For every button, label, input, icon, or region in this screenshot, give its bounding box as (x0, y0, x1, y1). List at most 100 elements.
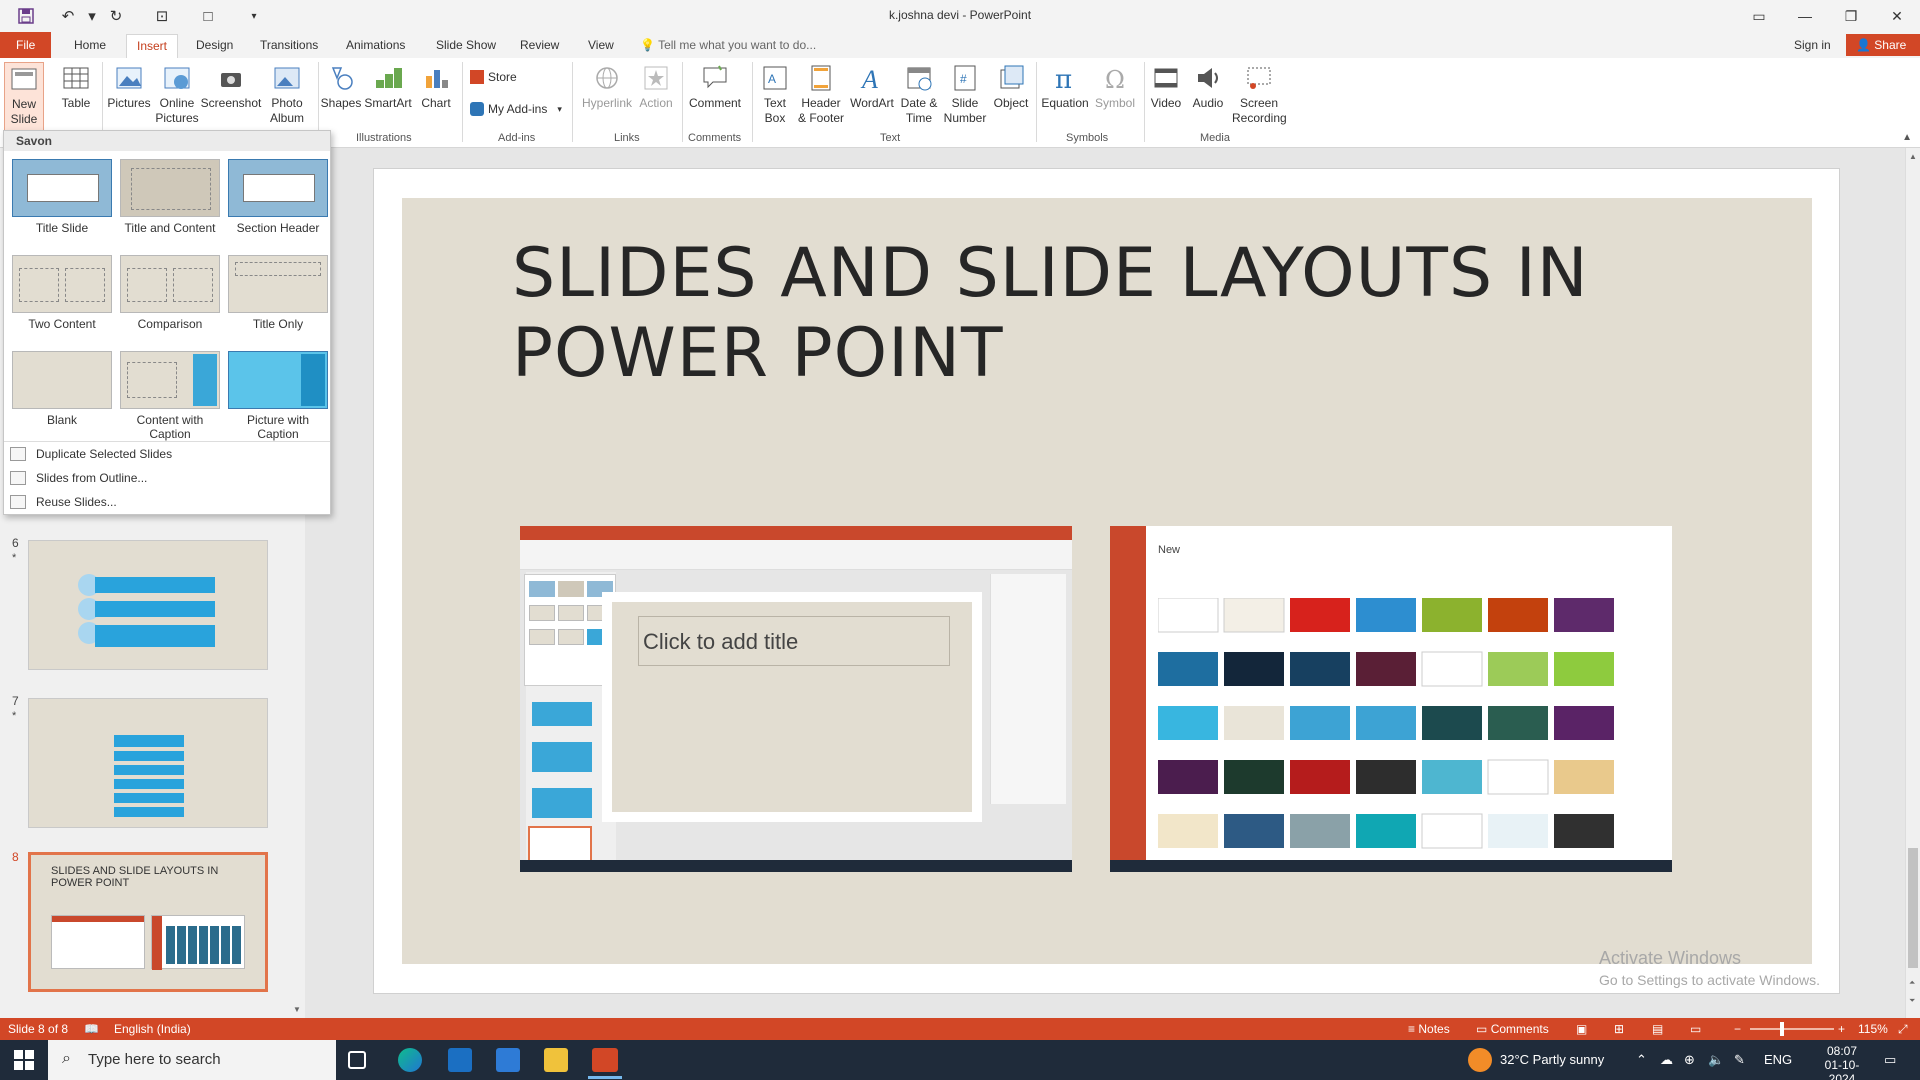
slides-from-outline-item[interactable]: Slides from Outline... (10, 471, 147, 485)
language-indicator[interactable]: English (India) (114, 1022, 191, 1036)
cloud-icon[interactable]: ☁ (1660, 1052, 1673, 1068)
input-language[interactable]: ENG (1764, 1052, 1792, 1067)
tab-home[interactable]: Home (64, 34, 116, 58)
collapse-ribbon-icon[interactable]: ▲ (1902, 132, 1912, 143)
zoom-slider-thumb[interactable] (1780, 1022, 1784, 1036)
scroll-down-icon[interactable]: ▼ (293, 1005, 301, 1014)
tab-file[interactable]: File (0, 32, 52, 58)
previous-slide-icon[interactable]: ⏶ (1909, 978, 1915, 988)
reuse-slides-item[interactable]: Reuse Slides... (10, 495, 117, 509)
pictures-button[interactable]: Pictures (106, 62, 152, 111)
layout-title-only[interactable]: Title Only (228, 255, 328, 331)
video-button[interactable]: Video (1148, 62, 1184, 111)
tell-me-search[interactable]: 💡 Tell me what you want to do... (640, 38, 816, 52)
volume-icon[interactable]: 🔈 (1708, 1052, 1724, 1068)
text-box-button[interactable]: A Text Box (758, 62, 792, 126)
table-button[interactable]: Table (56, 62, 96, 111)
zoom-out-icon[interactable]: − (1734, 1022, 1741, 1036)
tray-overflow-icon[interactable]: ⌃ (1636, 1052, 1647, 1068)
equation-button[interactable]: π Equation (1040, 62, 1090, 111)
reading-view-icon[interactable]: ▤ (1652, 1022, 1663, 1036)
duplicate-selected-slides-item[interactable]: Duplicate Selected Slides (10, 447, 172, 461)
layout-blank[interactable]: Blank (12, 351, 112, 427)
tab-view[interactable]: View (578, 34, 624, 58)
restore-button[interactable]: ❐ (1828, 0, 1874, 32)
normal-view-icon[interactable]: ▣ (1576, 1022, 1587, 1036)
symbol-button[interactable]: Ω Symbol (1092, 62, 1138, 111)
layout-content-with-caption[interactable]: Content with Caption (120, 351, 220, 441)
tab-transitions[interactable]: Transitions (250, 34, 328, 58)
store-app-icon[interactable] (496, 1048, 520, 1072)
tab-design[interactable]: Design (186, 34, 243, 58)
minimize-button[interactable]: — (1782, 0, 1828, 32)
close-button[interactable]: ✕ (1874, 0, 1920, 32)
weather-icon[interactable] (1468, 1048, 1492, 1072)
slide-scrollbar[interactable]: ▲ ⏶ ⏷ (1905, 148, 1920, 1018)
notes-button[interactable]: ≡ Notes (1408, 1022, 1450, 1036)
layout-comparison[interactable]: Comparison (120, 255, 220, 331)
zoom-level[interactable]: 115% (1858, 1022, 1888, 1036)
pen-icon[interactable]: ✎ (1734, 1052, 1745, 1068)
weather-text[interactable]: 32°C Partly sunny (1500, 1052, 1604, 1067)
file-explorer-icon[interactable] (544, 1048, 568, 1072)
taskbar-clock[interactable]: 08:07 01-10-2024 (1812, 1044, 1872, 1080)
slide-sorter-icon[interactable]: ⊞ (1614, 1022, 1624, 1036)
new-slide-button[interactable]: New Slide (4, 62, 44, 134)
slide-show-icon[interactable]: ▭ (1690, 1022, 1701, 1036)
sign-in-link[interactable]: Sign in (1794, 38, 1831, 52)
date-time-button[interactable]: Date & Time (898, 62, 940, 126)
screen-recording-button[interactable]: Screen Recording (1232, 62, 1287, 126)
slide-title[interactable]: SLIDES AND SLIDE LAYOUTS IN POWER POINT (512, 234, 1712, 394)
scroll-up-icon[interactable]: ▲ (1909, 152, 1917, 161)
slide-thumbnail-6[interactable] (28, 540, 268, 670)
wordart-button[interactable]: A WordArt (848, 62, 896, 111)
audio-button[interactable]: Audio (1190, 62, 1226, 111)
spelling-check-icon[interactable]: 📖 (84, 1022, 99, 1036)
slide-number-button[interactable]: # Slide Number (940, 62, 990, 126)
scroll-thumb[interactable] (1908, 848, 1918, 968)
chart-button[interactable]: Chart (416, 62, 456, 111)
screenshot-button[interactable]: Screenshot (200, 62, 262, 111)
current-slide[interactable]: SLIDES AND SLIDE LAYOUTS IN POWER POINT … (402, 198, 1812, 964)
layout-title-slide[interactable]: Title Slide (12, 159, 112, 235)
hyperlink-button[interactable]: Hyperlink (580, 62, 634, 111)
mail-icon[interactable] (448, 1048, 472, 1072)
zoom-in-icon[interactable]: + (1838, 1022, 1845, 1036)
smartart-button[interactable]: SmartArt (362, 62, 414, 111)
network-icon[interactable]: ⊕ (1684, 1052, 1695, 1068)
next-slide-icon[interactable]: ⏷ (1909, 996, 1915, 1006)
layout-picture-with-caption[interactable]: Picture with Caption (228, 351, 328, 441)
shapes-button[interactable]: Shapes (320, 62, 362, 111)
my-addins-button[interactable]: My Add-ins ▾ (470, 102, 562, 116)
edge-browser-icon[interactable] (398, 1048, 422, 1072)
tab-insert[interactable]: Insert (126, 34, 179, 58)
zoom-slider[interactable] (1750, 1028, 1834, 1030)
windows-start-icon[interactable] (14, 1050, 34, 1070)
action-button[interactable]: Action (636, 62, 676, 111)
inserted-screenshot-1[interactable]: Click to add title (520, 526, 1072, 872)
powerpoint-app-icon[interactable] (592, 1048, 618, 1072)
comment-button[interactable]: Comment (686, 62, 744, 111)
tab-review[interactable]: Review (510, 34, 569, 58)
object-button[interactable]: Object (990, 62, 1032, 111)
slide-thumbnail-8[interactable]: SLIDES AND SLIDE LAYOUTS IN POWER POINT (28, 852, 268, 992)
online-pictures-button[interactable]: Online Pictures (154, 62, 200, 126)
inserted-screenshot-2[interactable]: New (1110, 526, 1672, 872)
task-view-icon[interactable] (348, 1051, 366, 1069)
taskbar-search-box[interactable]: ⌕ Type here to search (48, 1040, 336, 1080)
slide-thumbnail-7[interactable] (28, 698, 268, 828)
share-button[interactable]: 👤 Share (1846, 34, 1920, 56)
store-button[interactable]: Store (470, 70, 517, 84)
tab-animations[interactable]: Animations (336, 34, 415, 58)
photo-album-button[interactable]: Photo Album (264, 62, 310, 126)
ribbon-display-options-icon[interactable]: ▭ (1736, 0, 1782, 32)
notification-center-icon[interactable]: ▭ (1884, 1052, 1896, 1068)
fit-to-window-icon[interactable]: ⤢ (1898, 1022, 1908, 1037)
tab-slide-show[interactable]: Slide Show (426, 34, 506, 58)
layout-title-and-content[interactable]: Title and Content (120, 159, 220, 235)
header-footer-button[interactable]: Header & Footer (796, 62, 846, 126)
outline-icon (10, 471, 26, 485)
layout-section-header[interactable]: Section Header (228, 159, 328, 235)
comments-button[interactable]: ▭ Comments (1476, 1022, 1549, 1036)
layout-two-content[interactable]: Two Content (12, 255, 112, 331)
